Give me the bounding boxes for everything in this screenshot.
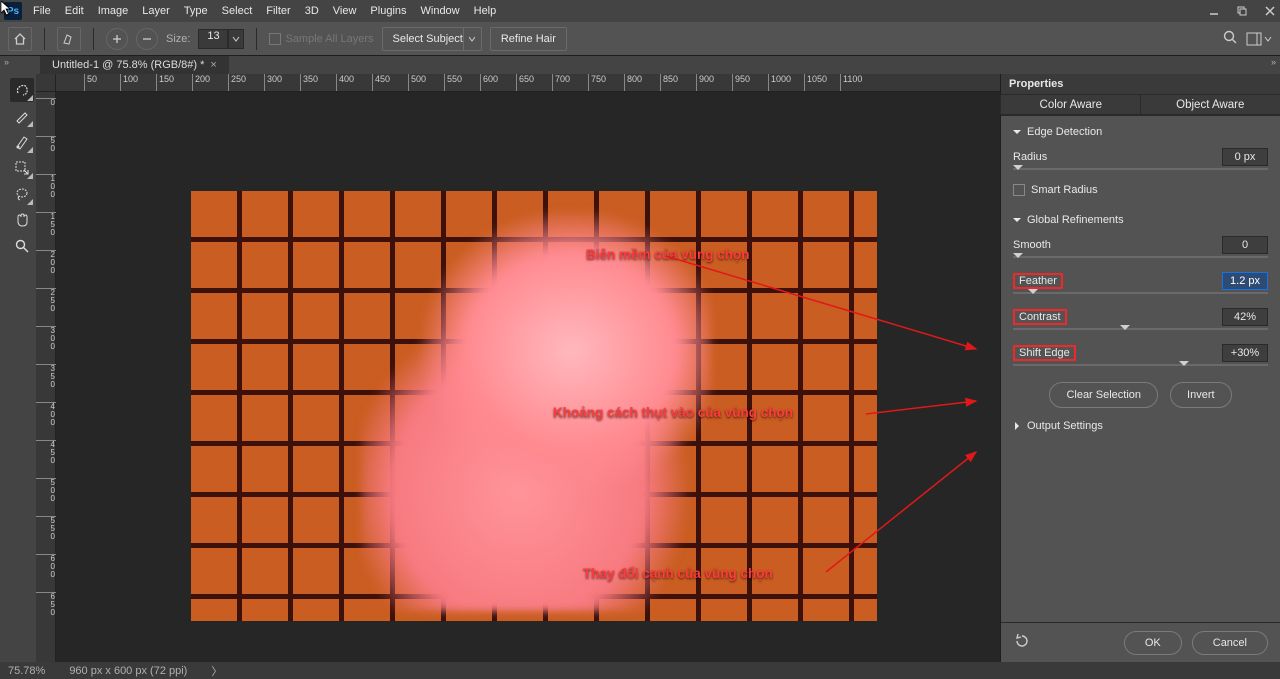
radius-label: Radius [1013, 151, 1047, 163]
current-tool-thumb[interactable] [57, 27, 81, 51]
refine-edge-brush-tool[interactable] [10, 104, 34, 128]
lasso-tool[interactable] [10, 182, 34, 206]
annotation-top: Biên mềm của vùng chọn [586, 247, 750, 262]
app-logo: Ps [4, 2, 22, 20]
aware-mode-tabs: Color Aware Object Aware [1001, 94, 1280, 116]
feather-value[interactable]: 1.2 px [1222, 272, 1268, 290]
menu-filter[interactable]: Filter [259, 0, 297, 22]
tools-collapse-grip[interactable] [0, 74, 8, 662]
doc-dimensions: 960 px x 600 px (72 ppi) [69, 665, 187, 677]
panel-footer: OK Cancel [1001, 622, 1280, 662]
status-expand-icon[interactable]: 〉 [211, 663, 222, 679]
annotation-bot: Thay đổi cạnh của vùng chọn [583, 566, 773, 581]
menu-bar: Ps FileEditImageLayerTypeSelectFilter3DV… [0, 0, 1280, 22]
zoom-level[interactable]: 75.78% [8, 665, 45, 677]
vertical-ruler[interactable]: 050100150200250300350400450500550600650 [36, 92, 56, 662]
tools-panel [8, 74, 36, 662]
subtract-from-selection-button[interactable] [136, 28, 158, 50]
horizontal-ruler[interactable]: 5010015020025030035040045050055060065070… [56, 74, 1000, 92]
smart-radius-checkbox[interactable] [1013, 184, 1025, 196]
close-button[interactable] [1262, 3, 1278, 19]
clear-selection-button[interactable]: Clear Selection [1049, 382, 1158, 408]
maximize-button[interactable] [1234, 3, 1250, 19]
invert-button[interactable]: Invert [1170, 382, 1232, 408]
output-settings-section[interactable]: Output Settings [1013, 420, 1268, 432]
radius-slider[interactable] [1013, 168, 1268, 170]
canvas-area[interactable]: 5010015020025030035040045050055060065070… [36, 74, 1000, 662]
shift-edge-slider[interactable] [1013, 364, 1268, 366]
cancel-button[interactable]: Cancel [1192, 631, 1268, 655]
smooth-slider[interactable] [1013, 256, 1268, 258]
feather-label: Feather [1013, 273, 1063, 289]
object-selection-tool[interactable] [10, 156, 34, 180]
properties-panel: Properties Color Aware Object Aware Edge… [1000, 74, 1280, 662]
ok-button[interactable]: OK [1124, 631, 1182, 655]
add-to-selection-button[interactable] [106, 28, 128, 50]
menu-select[interactable]: Select [215, 0, 260, 22]
quick-selection-tool[interactable] [10, 78, 34, 102]
workspace-switcher[interactable] [1246, 32, 1272, 46]
smart-radius-label: Smart Radius [1031, 184, 1098, 196]
menu-image[interactable]: Image [91, 0, 136, 22]
refine-hair-button[interactable]: Refine Hair [490, 27, 567, 51]
menu-view[interactable]: View [326, 0, 364, 22]
smooth-label: Smooth [1013, 239, 1051, 251]
document-tab-strip: » Untitled-1 @ 75.8% (RGB/8#) * × » [0, 56, 1280, 74]
menu-type[interactable]: Type [177, 0, 215, 22]
shift-edge-label: Shift Edge [1013, 345, 1076, 361]
edge-detection-section[interactable]: Edge Detection [1013, 126, 1268, 138]
options-bar: Size: 13 Sample All Layers Select Subjec… [0, 22, 1280, 56]
sample-all-layers-checkbox: Sample All Layers [269, 33, 373, 45]
panel-title: Properties [1001, 74, 1280, 94]
reset-button[interactable] [1013, 633, 1031, 652]
search-icon[interactable] [1222, 29, 1238, 48]
select-subject-dropdown[interactable] [463, 28, 481, 50]
menu-plugins[interactable]: Plugins [363, 0, 413, 22]
menu-layer[interactable]: Layer [135, 0, 177, 22]
feather-slider[interactable] [1013, 292, 1268, 294]
annotation-mid: Khoảng cách thụt vào của vùng chọn [553, 405, 793, 420]
menu-window[interactable]: Window [414, 0, 467, 22]
menu-edit[interactable]: Edit [58, 0, 91, 22]
color-aware-tab[interactable]: Color Aware [1000, 94, 1142, 115]
global-refinements-section[interactable]: Global Refinements [1013, 214, 1268, 226]
contrast-label: Contrast [1013, 309, 1067, 325]
contrast-slider[interactable] [1013, 328, 1268, 330]
menu-file[interactable]: File [26, 0, 58, 22]
smooth-value[interactable]: 0 [1222, 236, 1268, 254]
shift-edge-value[interactable]: +30% [1222, 344, 1268, 362]
radius-value[interactable]: 0 px [1222, 148, 1268, 166]
close-tab-icon[interactable]: × [210, 59, 216, 71]
document-tab[interactable]: Untitled-1 @ 75.8% (RGB/8#) * × [40, 56, 229, 74]
brush-tool[interactable] [10, 130, 34, 154]
hand-tool[interactable] [10, 208, 34, 232]
home-button[interactable] [8, 27, 32, 51]
document-canvas[interactable]: Biên mềm của vùng chọn Khoảng cách thụt … [191, 191, 877, 621]
object-aware-tab[interactable]: Object Aware [1140, 94, 1280, 115]
window-controls [1206, 0, 1278, 22]
minimize-button[interactable] [1206, 3, 1222, 19]
expand-tools-icon[interactable]: » [4, 57, 9, 67]
document-title: Untitled-1 @ 75.8% (RGB/8#) * [52, 59, 204, 71]
brush-size-dropdown[interactable] [228, 29, 244, 49]
brush-size-input[interactable]: 13 [198, 29, 228, 49]
menu-3d[interactable]: 3D [298, 0, 326, 22]
ruler-origin[interactable] [36, 74, 56, 92]
select-subject-button[interactable]: Select Subject [382, 27, 482, 51]
status-bar: 75.78% 960 px x 600 px (72 ppi) 〉 [0, 662, 1280, 679]
contrast-value[interactable]: 42% [1222, 308, 1268, 326]
zoom-tool[interactable] [10, 234, 34, 258]
size-label: Size: [166, 33, 190, 45]
expand-panel-icon[interactable]: » [1271, 57, 1276, 67]
menu-help[interactable]: Help [467, 0, 504, 22]
